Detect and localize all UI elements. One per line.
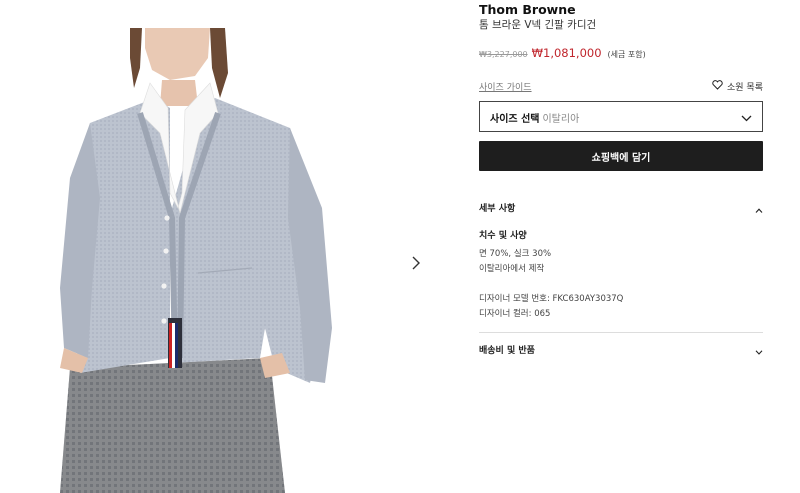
- details-accordion-header[interactable]: 세부 사항: [479, 200, 763, 214]
- product-image: [60, 28, 340, 493]
- details-title: 세부 사항: [479, 203, 516, 214]
- chevron-right-icon: [411, 255, 421, 274]
- brand-name[interactable]: Thom Browne: [479, 2, 763, 18]
- composition-text: 면 70%, 실크 30%: [479, 249, 552, 259]
- spec-title: 치수 및 사양: [479, 231, 527, 241]
- shipping-accordion-header[interactable]: 배송비 및 반품: [479, 341, 763, 357]
- heart-outline-icon: [712, 80, 723, 93]
- divider: [479, 332, 763, 333]
- shipping-title: 배송비 및 반품: [479, 345, 535, 356]
- chevron-down-icon: [755, 340, 763, 359]
- wishlist-button[interactable]: 소원 목록: [712, 80, 763, 93]
- chevron-down-icon: [741, 107, 752, 126]
- wishlist-label: 소원 목록: [727, 83, 763, 93]
- chevron-up-icon: [755, 198, 763, 217]
- next-image-button[interactable]: [406, 254, 426, 274]
- sale-price: ₩1,081,000: [531, 46, 602, 60]
- size-select-label: 사이즈 선택: [490, 114, 540, 125]
- price-row: ₩3,227,000 ₩1,081,000 (세금 포함): [479, 46, 763, 60]
- product-name: 톰 브라운 V넥 긴팔 카디건: [479, 19, 597, 31]
- guide-row: 사이즈 가이드 소원 목록: [479, 80, 763, 93]
- model-number-text: 디자이너 모델 번호: FKC630AY3037Q: [479, 294, 624, 304]
- size-select-dropdown[interactable]: 사이즈 선택 이탈리아: [479, 101, 763, 132]
- details-body: 치수 및 사양 면 70%, 실크 30% 이탈리아에서 제작 디자이너 모델 …: [479, 228, 763, 322]
- origin-text: 이탈리아에서 제작: [479, 264, 545, 274]
- size-system-value: 이탈리아: [542, 114, 580, 125]
- size-guide-link[interactable]: 사이즈 가이드: [479, 80, 532, 93]
- add-to-bag-button[interactable]: 쇼핑백에 담기: [479, 141, 763, 171]
- product-info-panel: Thom Browne 톰 브라운 V넥 긴팔 카디건 ₩3,227,000 ₩…: [479, 0, 763, 357]
- tax-note: (세금 포함): [607, 50, 646, 59]
- original-price: ₩3,227,000: [479, 50, 528, 59]
- designer-color-text: 디자이너 컬러: 065: [479, 309, 551, 319]
